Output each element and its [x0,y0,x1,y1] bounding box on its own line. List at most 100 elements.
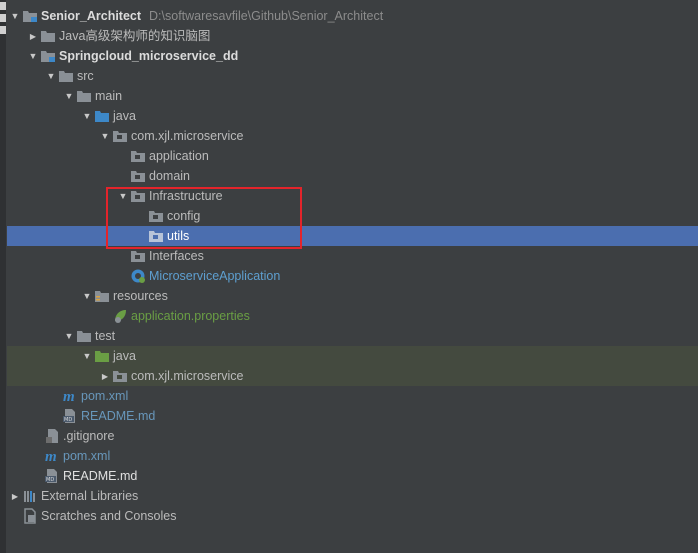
scratches-icon [22,508,38,524]
module-folder-icon [40,48,56,64]
node-label: main [95,89,123,103]
node-label: resources [113,289,168,303]
node-label: utils [167,229,190,243]
package-icon [130,148,146,164]
folder-icon [58,68,74,84]
node-label: domain [149,169,190,183]
tree-node-java-source[interactable]: java [7,106,698,126]
expand-arrow-icon[interactable] [98,126,112,146]
svg-text:MD: MD [64,417,72,423]
svg-text:MD: MD [46,477,54,483]
package-icon [112,368,128,384]
node-label: README.md [63,469,138,483]
tree-node-utils[interactable]: utils [7,226,698,246]
tree-node-package-test[interactable]: com.xjl.microservice [7,366,698,386]
tree-node-config[interactable]: config [7,206,698,226]
collapse-arrow-icon[interactable] [98,366,112,386]
node-label: pom.xml [81,389,129,403]
node-label: External Libraries [41,489,139,503]
expand-arrow-icon[interactable] [62,326,76,346]
tree-node-main[interactable]: main [7,86,698,106]
tree-node-interfaces[interactable]: Interfaces [7,246,698,266]
node-label: MicroserviceApplication [149,269,281,283]
collapse-arrow-icon[interactable] [8,486,22,506]
tree-node-root-pom[interactable]: m pom.xml [7,446,698,466]
arrow-spacer [98,306,112,326]
node-label: config [167,209,201,223]
package-icon [148,208,164,224]
arrow-spacer [116,266,130,286]
node-label: README.md [81,409,156,423]
spring-class-icon [130,268,146,284]
node-label: pom.xml [63,449,111,463]
expand-arrow-icon[interactable] [8,6,22,26]
node-label: Interfaces [149,249,204,263]
spring-properties-icon [112,308,128,324]
tree-node-test[interactable]: test [7,326,698,346]
expand-arrow-icon[interactable] [80,286,94,306]
tree-node-package-main[interactable]: com.xjl.microservice [7,126,698,146]
tree-node-application-properties[interactable]: application.properties [7,306,698,326]
expand-arrow-icon[interactable] [26,46,40,66]
tree-node-scratches[interactable]: Scratches and Consoles [7,506,698,526]
node-label: application.properties [131,309,250,323]
node-label: .gitignore [63,429,115,443]
tree-node-infrastructure[interactable]: Infrastructure [7,186,698,206]
maven-icon: m [62,388,78,404]
tree-node-module-readme[interactable]: MD README.md [7,406,698,426]
arrow-spacer [116,166,130,186]
node-label: application [149,149,209,163]
collapse-arrow-icon[interactable] [26,26,40,46]
arrow-spacer [116,146,130,166]
node-label: com.xjl.microservice [131,369,244,383]
tree-node-test-java[interactable]: java [7,346,698,366]
node-label: Springcloud_microservice_dd [59,49,239,63]
edge-marker [0,2,6,10]
tree-node-src[interactable]: src [7,66,698,86]
expand-arrow-icon[interactable] [116,186,130,206]
edge-marker [0,14,6,22]
tree-node-java-mindmap[interactable]: Java高级架构师的知识脑图 [7,26,698,46]
tree-node-gitignore[interactable]: .gitignore [7,426,698,446]
package-icon [148,228,164,244]
source-folder-icon [94,108,110,124]
arrow-spacer [116,246,130,266]
test-folder-icon [94,348,110,364]
node-label: test [95,329,116,343]
libraries-icon [22,488,38,504]
tree-node-application[interactable]: application [7,146,698,166]
project-path: D:\softwaresavfile\Github\Senior_Archite… [149,9,384,23]
svg-text:m: m [63,389,75,404]
tree-node-senior-architect[interactable]: Senior_Architect D:\softwaresavfile\Gith… [7,6,698,26]
tree-node-springcloud-module[interactable]: Springcloud_microservice_dd [7,46,698,66]
arrow-spacer [134,226,148,246]
resources-folder-icon [94,288,110,304]
expand-arrow-icon[interactable] [80,106,94,126]
edge-marker [0,26,6,34]
expand-arrow-icon[interactable] [80,346,94,366]
node-label: Scratches and Consoles [41,509,177,523]
package-icon [130,188,146,204]
tree-node-external-libraries[interactable]: External Libraries [7,486,698,506]
node-label: java [113,349,136,363]
project-tree: Senior_Architect D:\softwaresavfile\Gith… [0,0,698,553]
package-icon [130,248,146,264]
expand-arrow-icon[interactable] [62,86,76,106]
node-label: Senior_Architect [41,9,142,23]
svg-text:m: m [45,449,57,464]
tree-node-root-readme[interactable]: MD README.md [7,466,698,486]
node-label: java [113,109,136,123]
tree-node-microservice-application[interactable]: MicroserviceApplication [7,266,698,286]
expand-arrow-icon[interactable] [44,66,58,86]
node-label: com.xjl.microservice [131,129,244,143]
node-label: Infrastructure [149,189,223,203]
node-label: Java高级架构师的知识脑图 [59,29,211,43]
tree-node-domain[interactable]: domain [7,166,698,186]
gitignore-icon [44,428,60,444]
arrow-spacer [134,206,148,226]
maven-icon: m [44,448,60,464]
package-icon [112,128,128,144]
markdown-icon: MD [62,408,78,424]
tree-node-module-pom[interactable]: m pom.xml [7,386,698,406]
tree-node-resources[interactable]: resources [7,286,698,306]
